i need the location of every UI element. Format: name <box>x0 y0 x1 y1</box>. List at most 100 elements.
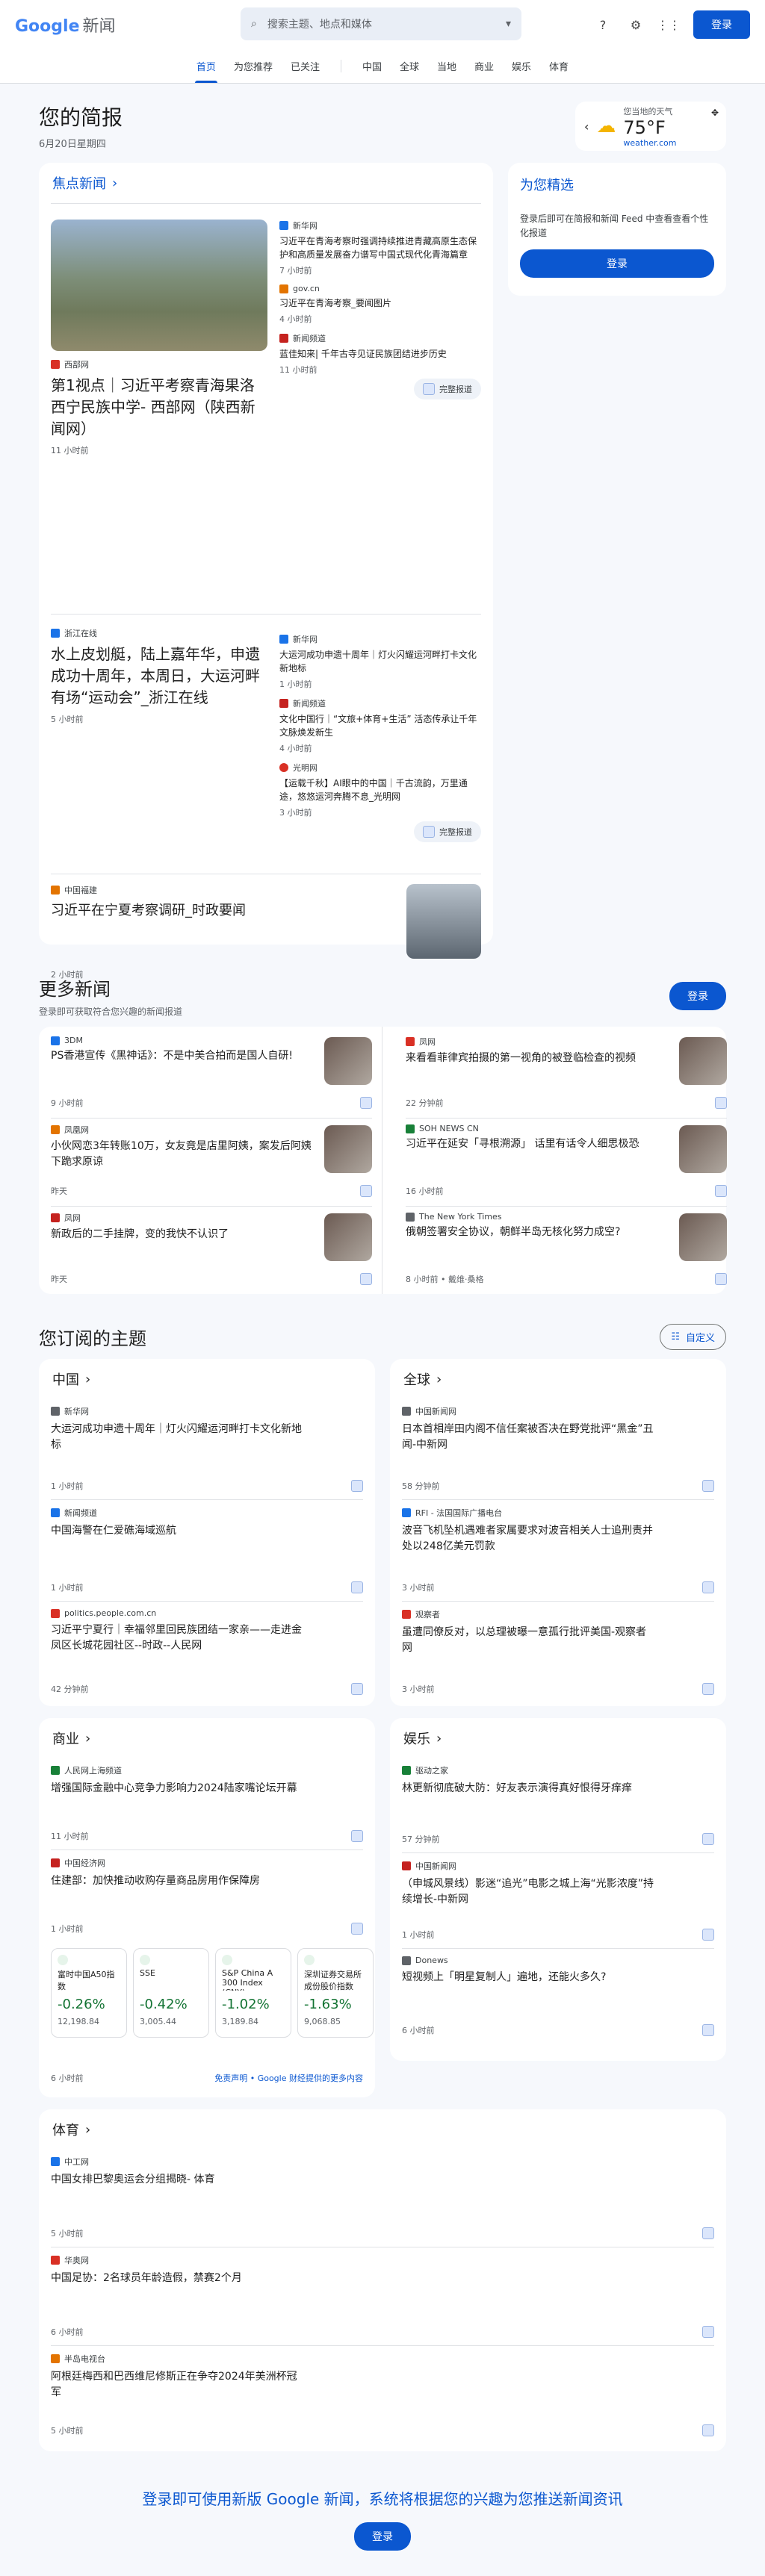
topic-sports-title[interactable]: 体育 › <box>39 2109 726 2150</box>
news-headline[interactable]: 习近平在延安「寻根溯源」 话里有话令人细思极恐 <box>406 1136 667 1152</box>
footer-signin-button[interactable]: 登录 <box>354 2522 411 2551</box>
topic-headline[interactable]: 阿根廷梅西和巴西维尼修斯正在争夺2024年美洲杯冠军 <box>51 2369 305 2401</box>
stock-card[interactable]: SSE -0.42% 3,005.44 <box>133 1948 209 2038</box>
topic-story[interactable]: politics.people.com.cn 习近平宁夏行｜幸福邻里回民族团结一家… <box>51 1608 363 1695</box>
related-story[interactable]: 新闻频道 文化中国行｜“文旅+体育+生活” 活态传承让千年文脉焕发新生 4 小时… <box>279 697 481 754</box>
topic-story[interactable]: 中工网 中国女排巴黎奥运会分组揭晓- 体育 5 小时前 <box>51 2156 714 2239</box>
topic-story[interactable]: 人民网上海频道 增强国际金融中心竞争力影响力2024陆家嘴论坛开幕 11 小时前 <box>51 1764 363 1842</box>
tab-for-you[interactable]: 为您推荐 <box>225 49 282 83</box>
coverage-icon[interactable] <box>360 1273 372 1285</box>
more-news-signin-button[interactable]: 登录 <box>669 982 726 1010</box>
topic-ent-title[interactable]: 娱乐 › <box>390 1718 726 1758</box>
coverage-icon[interactable] <box>702 1581 714 1593</box>
finance-disclaimer-link[interactable]: 免责声明 • Google 财经提供的更多内容 <box>214 2072 363 2084</box>
coverage-icon[interactable] <box>702 1683 714 1695</box>
apps-icon[interactable]: ⋮⋮ <box>657 16 681 33</box>
topic-headline[interactable]: 大运河成功申遗十周年｜灯火闪耀运河畔打卡文化新地标 <box>51 1422 305 1453</box>
coverage-icon[interactable] <box>360 1185 372 1197</box>
topic-headline[interactable]: 中国女排巴黎奥运会分组揭晓- 体育 <box>51 2172 305 2188</box>
topic-headline[interactable]: 增强国际金融中心竞争力影响力2024陆家嘴论坛开幕 <box>51 1781 305 1796</box>
full-coverage-button[interactable]: 完整报道 <box>414 379 481 399</box>
coverage-icon[interactable] <box>715 1097 727 1109</box>
topic-story[interactable]: 新华网 大运河成功申遗十周年｜灯火闪耀运河畔打卡文化新地标 1 小时前 <box>51 1405 363 1492</box>
help-icon[interactable]: ? <box>595 16 611 33</box>
coverage-icon[interactable] <box>715 1273 727 1285</box>
topic-story[interactable]: 中国经济网 住建部：加快推动收购存量商品房用作保障房 1 小时前 <box>51 1857 363 1935</box>
more-icon[interactable]: ✥ <box>711 108 719 118</box>
related-story[interactable]: 新华网 大运河成功申遗十周年｜灯火闪耀运河畔打卡文化新地标 1 小时前 <box>279 633 481 690</box>
story-headline[interactable]: 第1视点｜习近平考察青海果洛西宁民族中学- 西部网（陕西新闻网） <box>51 375 267 440</box>
news-thumbnail[interactable] <box>679 1213 727 1261</box>
search-input[interactable]: ⌕ 搜索主题、地点和媒体 ▾ <box>241 7 521 40</box>
topic-story[interactable]: 观察者 虽遭同僚反对，以总理被曝一意孤行批评美国-观察者网 3 小时前 <box>402 1608 714 1695</box>
news-thumbnail[interactable] <box>324 1213 372 1261</box>
coverage-icon[interactable] <box>351 1480 363 1492</box>
coverage-icon[interactable] <box>351 1683 363 1695</box>
coverage-icon[interactable] <box>351 1830 363 1842</box>
related-story[interactable]: 新华网 习近平在青海考察时强调持续推进青藏高原生态保护和高质量发展奋力谱写中国式… <box>279 220 481 276</box>
tab-following[interactable]: 已关注 <box>282 49 329 83</box>
gear-icon[interactable]: ⚙ <box>628 16 644 33</box>
news-item[interactable]: 凤凰网 小伙网恋3年转账10万，女友竟是店里阿姨，案发后阿姨下跪求原谅 昨天 <box>51 1124 372 1207</box>
news-headline[interactable]: 来看看菲律宾拍摄的第一视角的被登临检查的视频 <box>406 1051 667 1066</box>
news-thumbnail[interactable] <box>679 1125 727 1173</box>
related-story[interactable]: gov.cn 习近平在青海考察_要闻图片 4 小时前 <box>279 284 481 325</box>
news-item[interactable]: The New York Times 俄朝签署安全协议，朝鲜半岛无核化努力成空? 8… <box>406 1212 727 1289</box>
topic-story[interactable]: 驱动之家 林更新彻底破大防：好友表示演得真好恨得牙痒痒 57 分钟前 <box>402 1764 714 1845</box>
picks-signin-button[interactable]: 登录 <box>520 249 714 279</box>
coverage-icon[interactable] <box>702 1833 714 1845</box>
stock-card[interactable]: 深圳证券交易所成份股价指数 -1.63% 9,068.85 <box>297 1948 374 2038</box>
topic-story[interactable]: 中国新闻网 日本首相岸田内阁不信任案被否决在野党批评“黑金”丑闻-中新网 58 分钟… <box>402 1405 714 1492</box>
customize-button[interactable]: ☷ 自定义 <box>660 1324 726 1350</box>
full-coverage-button[interactable]: 完整报道 <box>414 821 481 842</box>
coverage-icon[interactable] <box>702 2326 714 2338</box>
story-headline[interactable]: 水上皮划艇，陆上嘉年华，申遗成功十周年，本周日，大运河畔有场“运动会”_浙江在线 <box>51 644 267 709</box>
coverage-icon[interactable] <box>702 1929 714 1941</box>
single-story[interactable]: 中国福建 习近平在宁夏考察调研_时政要闻 2 小时前 <box>51 884 481 980</box>
related-story[interactable]: 新闻频道 蓝佳知来| 千年古寺见证民族团结进步历史 11 小时前 <box>279 332 481 376</box>
topic-story[interactable]: 中国新闻网 （申城风景线）影迷“追光”电影之城上海“光影浓度”持续增长-中新网 1 … <box>402 1860 714 1941</box>
coverage-icon[interactable] <box>702 2424 714 2436</box>
topic-story[interactable]: 华奥网 中国足协：2名球员年龄造假，禁赛2个月 6 小时前 <box>51 2254 714 2338</box>
weather-source[interactable]: weather.com <box>623 138 676 148</box>
topic-story[interactable]: 半岛电视台 阿根廷梅西和巴西维尼修斯正在争夺2024年美洲杯冠军 5 小时前 <box>51 2353 714 2436</box>
coverage-icon[interactable] <box>351 1581 363 1593</box>
topic-china-title[interactable]: 中国 › <box>39 1359 375 1399</box>
topic-headline[interactable]: 中国海警在仁爱礁海域巡航 <box>51 1523 305 1539</box>
coverage-icon[interactable] <box>715 1185 727 1197</box>
coverage-icon[interactable] <box>702 1480 714 1492</box>
coverage-icon[interactable] <box>351 1923 363 1935</box>
coverage-icon[interactable] <box>702 2024 714 2036</box>
news-headline[interactable]: 小伙网恋3年转账10万，女友竟是店里阿姨，案发后阿姨下跪求原谅 <box>51 1139 312 1170</box>
story-image[interactable] <box>406 884 481 959</box>
news-headline[interactable]: 俄朝签署安全协议，朝鲜半岛无核化努力成空? <box>406 1225 667 1240</box>
topic-headline[interactable]: 短视频上「明星复制人」遍地，还能火多久? <box>402 1970 656 1985</box>
stock-card[interactable]: S&P China A 300 Index (CNY) -1.02% 3,189.8… <box>215 1948 291 2038</box>
news-item[interactable]: 凤网 新政后的二手挂牌，变的我快不认识了 昨天 <box>51 1212 372 1289</box>
signin-button[interactable]: 登录 <box>693 10 750 39</box>
topic-story[interactable]: 新闻频道 中国海警在仁爱礁海域巡航 1 小时前 <box>51 1507 363 1593</box>
stock-card[interactable]: 富时中国A50指数 -0.26% 12,198.84 <box>51 1948 127 2038</box>
topic-headline[interactable]: 习近平宁夏行｜幸福邻里回民族团结一家亲——走进金凤区长城花园社区--时政--人民… <box>51 1623 305 1654</box>
tab-home[interactable]: 首页 <box>188 49 225 83</box>
topic-headline[interactable]: 住建部：加快推动收购存量商品房用作保障房 <box>51 1873 305 1889</box>
news-item[interactable]: 凤网 来看看菲律宾拍摄的第一视角的被登临检查的视频 22 分钟前 <box>406 1036 727 1119</box>
chevron-left-icon[interactable]: ‹ <box>584 119 589 134</box>
topic-headline[interactable]: 林更新彻底破大防：好友表示演得真好恨得牙痒痒 <box>402 1781 656 1796</box>
tab-sports[interactable]: 体育 <box>540 49 577 83</box>
topic-world-title[interactable]: 全球 › <box>390 1359 726 1399</box>
chevron-down-icon[interactable]: ▾ <box>506 18 511 30</box>
topic-headline[interactable]: （申城风景线）影迷“追光”电影之城上海“光影浓度”持续增长-中新网 <box>402 1876 656 1908</box>
news-thumbnail[interactable] <box>679 1037 727 1085</box>
topic-business-title[interactable]: 商业 › <box>39 1718 375 1758</box>
topic-headline[interactable]: 中国足协：2名球员年龄造假，禁赛2个月 <box>51 2271 305 2286</box>
tab-business[interactable]: 商业 <box>465 49 503 83</box>
news-item[interactable]: 3DM PS香港宣传《黑神话》：不是中美合拍而是国人自研! 9 小时前 <box>51 1036 372 1119</box>
tab-world[interactable]: 全球 <box>391 49 428 83</box>
related-story[interactable]: 光明网 【运载千秋】AI眼中的中国｜千古流韵，万里通途，悠悠运河奔腾不息_光明网… <box>279 762 481 818</box>
weather-widget[interactable]: ‹ ☁ 您当地的天气 75°F weather.com ✥ <box>575 102 726 151</box>
news-headline[interactable]: 新政后的二手挂牌，变的我快不认识了 <box>51 1227 312 1242</box>
news-thumbnail[interactable] <box>324 1037 372 1085</box>
coverage-icon[interactable] <box>360 1097 372 1109</box>
google-news-logo[interactable]: Google 新闻 <box>15 13 116 37</box>
